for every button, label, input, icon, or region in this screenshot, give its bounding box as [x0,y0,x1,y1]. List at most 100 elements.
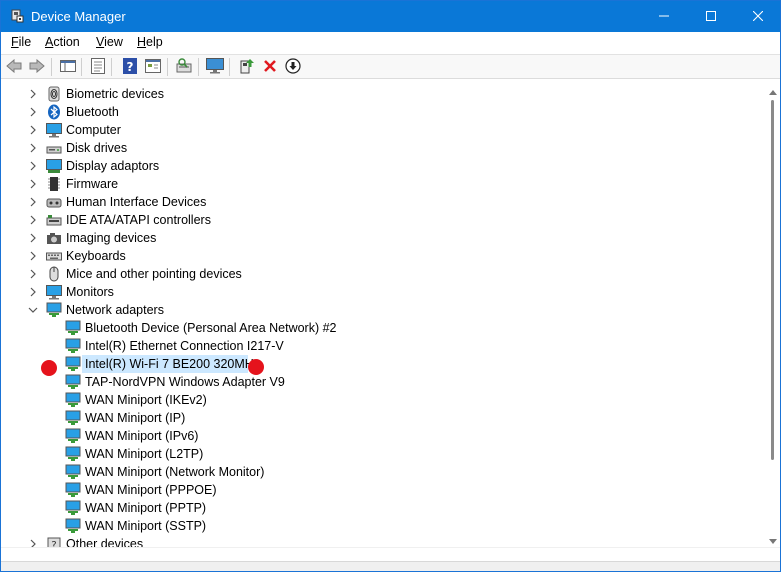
properties-button[interactable] [89,57,107,76]
uninstall-device-icon [263,59,277,76]
chevron-right-icon[interactable] [28,268,38,280]
chevron-right-icon[interactable] [28,106,38,118]
tree-device-row[interactable]: WAN Miniport (IKEv2) [4,391,704,409]
chevron-right-icon[interactable] [28,214,38,226]
tree-category-monitors[interactable]: Monitors [4,283,704,301]
monitor-button[interactable] [206,57,224,76]
scan-hardware-changes-button[interactable] [175,57,193,77]
menu-view[interactable]: View [96,35,123,49]
device-label: Intel(R) Ethernet Connection I217-V [85,339,284,353]
device-label: WAN Miniport (PPTP) [85,501,207,515]
tree-category-keyboards[interactable]: Keyboards [4,247,704,265]
network-adapter-icon [65,356,81,372]
scroll-up-arrow-icon[interactable] [769,86,777,95]
device-label: WAN Miniport (IKEv2) [85,393,207,407]
tree-category-human-interface-devices[interactable]: Human Interface Devices [4,193,704,211]
tree-category-display-adaptors[interactable]: Display adaptors [4,157,704,175]
tree-category-mice-and-other-pointing-devices[interactable]: Mice and other pointing devices [4,265,704,283]
tree-category-disk-drives[interactable]: Disk drives [4,139,704,157]
mouse-icon [46,266,62,282]
keyboard-icon [46,248,62,264]
tree-device-row[interactable]: Intel(R) Ethernet Connection I217-V [4,337,704,355]
tree-category-label: Firmware [66,177,119,191]
horizontal-scrollbar[interactable] [1,547,780,561]
tree-category-computer[interactable]: Computer [4,121,704,139]
device-label: WAN Miniport (IP) [85,411,186,425]
tree-category-imaging-devices[interactable]: Imaging devices [4,229,704,247]
scroll-down-arrow-icon[interactable] [769,534,777,544]
network-adapter-icon [65,482,81,498]
chevron-right-icon[interactable] [28,178,38,190]
toolbar-separator [81,58,82,76]
chevron-right-icon[interactable] [28,196,38,208]
chevron-down-icon[interactable] [28,304,38,316]
tree-device-row[interactable]: WAN Miniport (SSTP) [4,517,704,535]
maximize-button[interactable] [688,1,734,32]
uninstall-device-button[interactable] [261,58,279,76]
help-button[interactable]: ? [121,57,139,76]
tree-category-label: Other devices [66,537,144,547]
menu-help[interactable]: Help [137,35,163,49]
menu-action[interactable]: Action [45,35,80,49]
vertical-scrollbar[interactable] [766,82,780,547]
tree-device-row[interactable]: WAN Miniport (PPPOE) [4,481,704,499]
network-adapter-icon [65,518,81,534]
tree-category-network-adapters[interactable]: Network adapters [4,301,704,319]
network-adapter-icon [65,374,81,390]
view-icon [145,58,161,76]
tree-category-firmware[interactable]: Firmware [4,175,704,193]
tree-category-bluetooth[interactable]: Bluetooth [4,103,704,121]
tree-device-row[interactable]: WAN Miniport (L2TP) [4,445,704,463]
device-tree[interactable]: Biometric devices Bluetooth Computer Dis… [4,82,766,547]
device-label: TAP-NordVPN Windows Adapter V9 [85,375,285,389]
tree-category-label: Disk drives [66,141,128,155]
scan-hardware-changes-icon [176,57,192,77]
chevron-right-icon[interactable] [28,538,38,547]
forward-button[interactable] [28,58,46,76]
tree-device-row[interactable]: WAN Miniport (IPv6) [4,427,704,445]
chevron-right-icon[interactable] [28,286,38,298]
chevron-right-icon[interactable] [28,250,38,262]
update-driver-button[interactable] [238,58,256,76]
tree-device-row[interactable]: TAP-NordVPN Windows Adapter V9 [4,373,704,391]
network-adapter-icon [65,320,81,336]
annotation-marker-dot [248,359,264,375]
chevron-right-icon[interactable] [28,160,38,172]
chevron-right-icon[interactable] [28,88,38,100]
chevron-right-icon[interactable] [28,232,38,244]
view-button[interactable] [144,58,162,76]
tree-category-label: Human Interface Devices [66,195,207,209]
network-adapter-icon [65,428,81,444]
fingerprint-icon [46,86,62,102]
tree-category-label: Computer [66,123,121,137]
tree-category-biometric-devices[interactable]: Biometric devices [4,85,704,103]
scrollbar-thumb[interactable] [771,100,774,460]
device-label: Bluetooth Device (Personal Area Network)… [85,321,337,335]
device-label: WAN Miniport (L2TP) [85,447,204,461]
disable-device-icon [285,57,301,77]
tree-device-row-selected[interactable]: Intel(R) Wi-Fi 7 BE200 320MHz [4,355,704,373]
other-devices-icon: ? [46,536,62,547]
disable-device-button[interactable] [284,57,302,77]
show-hide-console-tree-icon [60,59,76,76]
maximize-icon [706,10,716,24]
annotation-marker-dot [41,360,57,376]
chevron-right-icon[interactable] [28,142,38,154]
back-button[interactable] [5,58,23,76]
show-hide-console-tree-button[interactable] [59,58,77,76]
bluetooth-icon [46,104,62,120]
network-adapter-icon [65,500,81,516]
minimize-button[interactable] [641,1,687,32]
tree-category-ide-ata-atapi-controllers[interactable]: IDE ATA/ATAPI controllers [4,211,704,229]
title-bar[interactable]: Device Manager [1,1,780,32]
network-adapter-icon [65,464,81,480]
close-button[interactable] [735,1,781,32]
chevron-right-icon[interactable] [28,124,38,136]
tree-device-row[interactable]: WAN Miniport (PPTP) [4,499,704,517]
tree-device-row[interactable]: WAN Miniport (Network Monitor) [4,463,704,481]
tree-device-row[interactable]: Bluetooth Device (Personal Area Network)… [4,319,704,337]
menu-file[interactable]: File [11,35,31,49]
tree-category-label: Display adaptors [66,159,160,173]
tree-device-row[interactable]: WAN Miniport (IP) [4,409,704,427]
tree-category-other-devices[interactable]: ? Other devices [4,535,704,547]
